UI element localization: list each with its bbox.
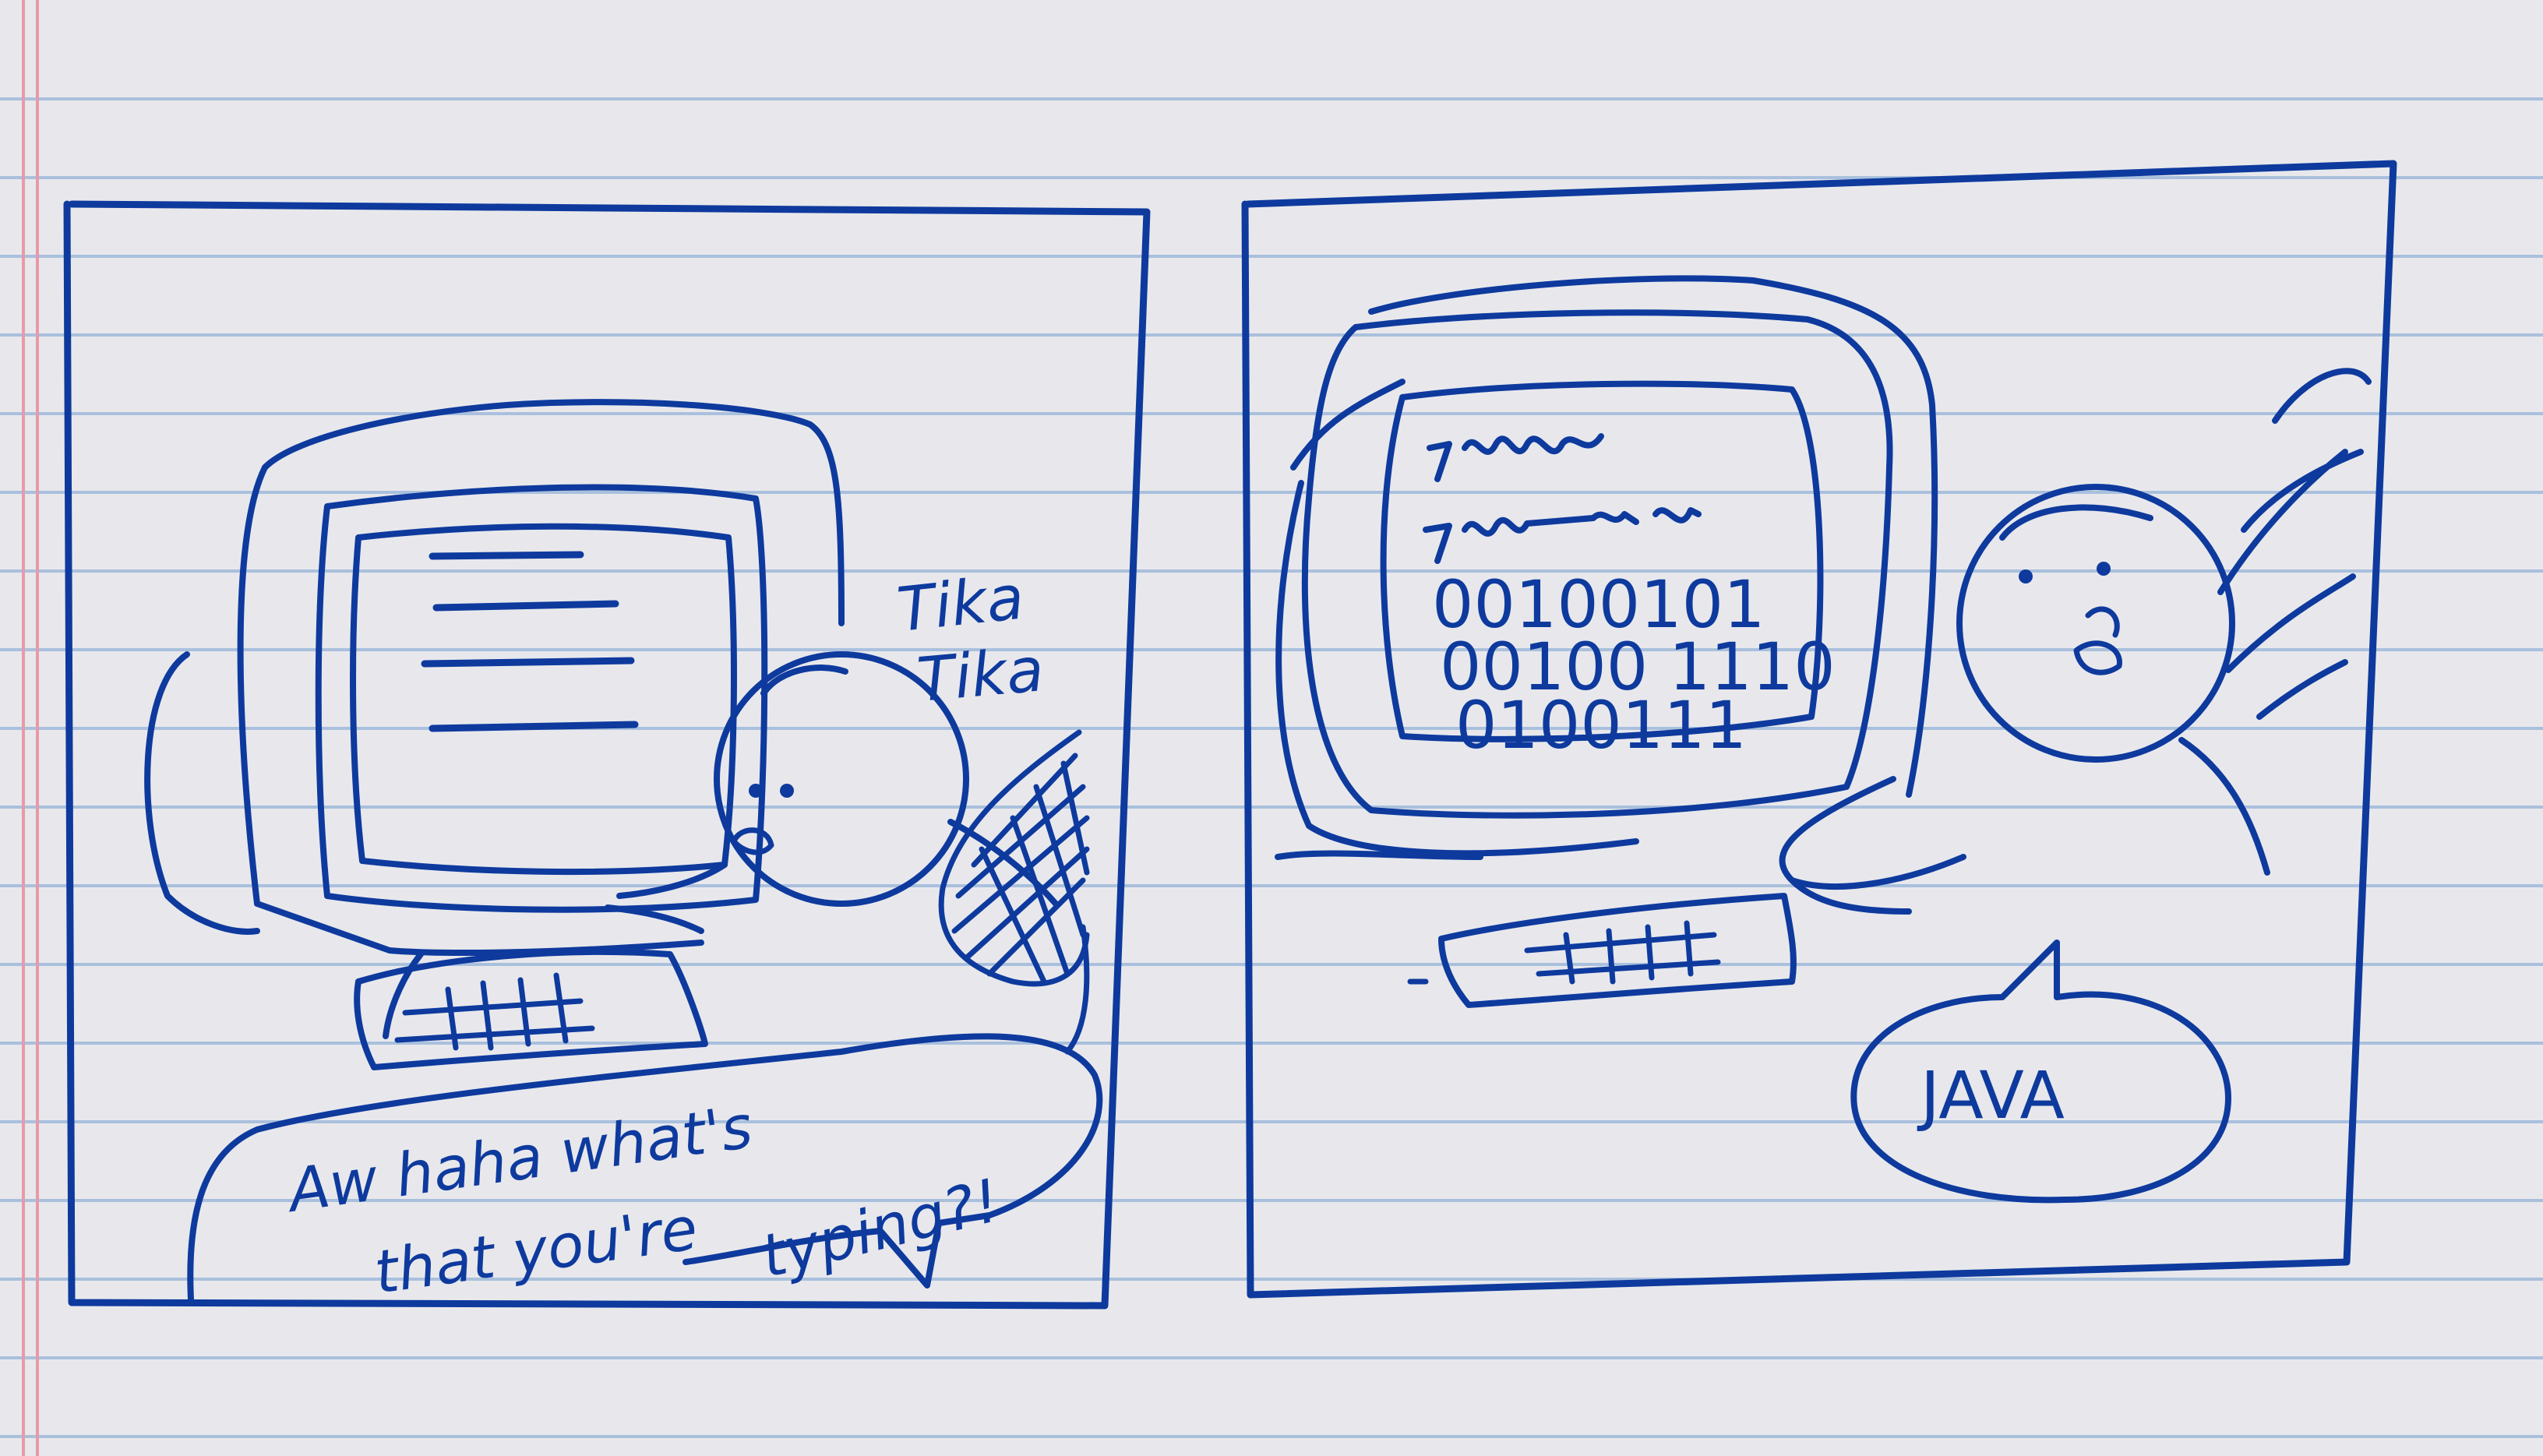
speech-bubble-left-line-2: that you're (370, 1193, 701, 1307)
screen-code-squiggles (1423, 433, 1702, 564)
speech-bubble-right-text: JAVA (1917, 1057, 2065, 1133)
speech-bubble-left: Aw haha what's that you're typing?! (187, 1033, 1103, 1307)
screen-code-line-3: 0100111 (1455, 687, 1747, 763)
notebook-page: Tika Tika Aw haha what's that you're typ… (0, 0, 2543, 1456)
comic-drawing: Tika Tika Aw haha what's that you're typ… (63, 160, 2397, 1310)
sound-effect-text: Tika Tika (894, 562, 1047, 716)
speech-bubble-left-line-3: typing?! (754, 1165, 1007, 1292)
keyboard-left (354, 948, 708, 1070)
sound-effect-line-2: Tika (915, 635, 1047, 716)
comic-panel-left: Tika Tika Aw haha what's that you're typ… (63, 200, 1151, 1310)
sound-effect-line-1: Tika (894, 562, 1028, 645)
smug-person (1779, 368, 2372, 915)
comic-panel-right: 00100101 00100 1110 0100111 JAVA (1241, 160, 2397, 1299)
computer-monitor-left (144, 399, 845, 1039)
speech-bubble-right: JAVA (1850, 940, 2231, 1204)
computer-monitor-right: 00100101 00100 1110 0100111 (1275, 275, 1938, 860)
keyboard-right (1407, 893, 1797, 1008)
screen-text-lines (421, 551, 639, 732)
